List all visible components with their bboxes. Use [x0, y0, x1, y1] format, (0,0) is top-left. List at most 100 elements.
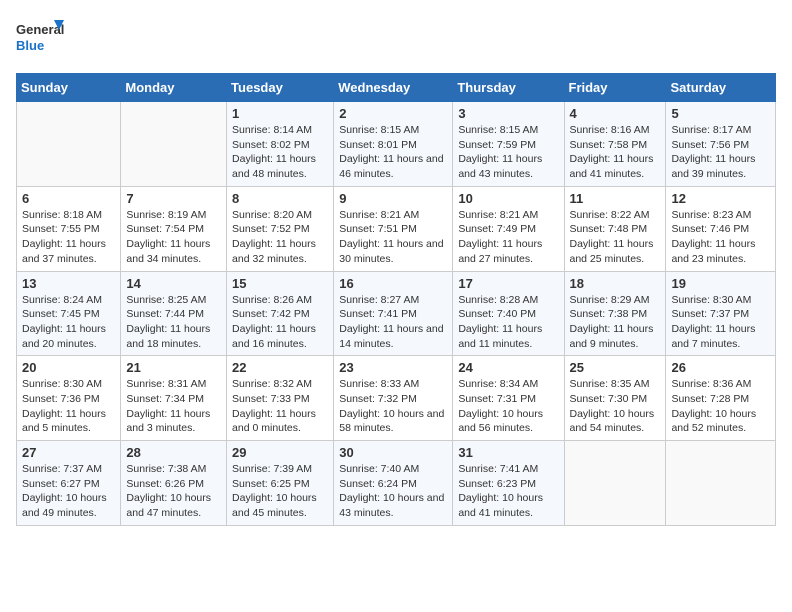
- cell-week5-day0: 27 Sunrise: 7:37 AMSunset: 6:27 PMDayligh…: [17, 441, 121, 526]
- cell-week3-day3: 16 Sunrise: 8:27 AMSunset: 7:41 PMDayligh…: [334, 271, 453, 356]
- day-info: Sunrise: 8:29 AMSunset: 7:38 PMDaylight:…: [570, 293, 661, 352]
- day-info: Sunrise: 8:34 AMSunset: 7:31 PMDaylight:…: [458, 377, 558, 436]
- day-info: Sunrise: 8:27 AMSunset: 7:41 PMDaylight:…: [339, 293, 447, 352]
- day-number: 26: [671, 360, 770, 375]
- cell-week4-day2: 22Sunrise: 8:32 AMSunset: 7:33 PMDayligh…: [227, 356, 334, 441]
- day-info: Sunrise: 8:23 AMSunset: 7:46 PMDaylight:…: [671, 208, 770, 267]
- day-info: Sunrise: 8:16 AMSunset: 7:58 PMDaylight:…: [570, 123, 661, 182]
- day-info: Sunrise: 8:24 AMSunset: 7:45 PMDaylight:…: [22, 293, 115, 352]
- day-info: Sunrise: 8:30 AMSunset: 7:37 PMDaylight:…: [671, 293, 770, 352]
- logo-svg: General Blue: [16, 16, 66, 61]
- header-sunday: Sunday: [17, 74, 121, 102]
- day-number: 17: [458, 276, 558, 291]
- day-number: 15: [232, 276, 328, 291]
- cell-week2-day0: 6 Sunrise: 8:18 AMSunset: 7:55 PMDaylight…: [17, 186, 121, 271]
- cell-week4-day6: 26 Sunrise: 8:36 AMSunset: 7:28 PMDayligh…: [666, 356, 776, 441]
- day-info: Sunrise: 8:20 AMSunset: 7:52 PMDaylight:…: [232, 208, 328, 267]
- day-number: 6: [22, 191, 115, 206]
- day-number: 24: [458, 360, 558, 375]
- cell-week4-day3: 23 Sunrise: 8:33 AMSunset: 7:32 PMDayligh…: [334, 356, 453, 441]
- cell-week5-day3: 30 Sunrise: 7:40 AMSunset: 6:24 PMDayligh…: [334, 441, 453, 526]
- cell-week4-day4: 24 Sunrise: 8:34 AMSunset: 7:31 PMDayligh…: [453, 356, 564, 441]
- cell-week1-day4: 3 Sunrise: 8:15 AMSunset: 7:59 PMDaylight…: [453, 102, 564, 187]
- cell-week1-day1: [121, 102, 227, 187]
- day-number: 18: [570, 276, 661, 291]
- day-info: Sunrise: 8:28 AMSunset: 7:40 PMDaylight:…: [458, 293, 558, 352]
- day-info: Sunrise: 8:14 AMSunset: 8:02 PMDaylight:…: [232, 123, 328, 182]
- day-info: Sunrise: 8:15 AMSunset: 7:59 PMDaylight:…: [458, 123, 558, 182]
- cell-week5-day2: 29 Sunrise: 7:39 AMSunset: 6:25 PMDayligh…: [227, 441, 334, 526]
- cell-week1-day5: 4 Sunrise: 8:16 AMSunset: 7:58 PMDaylight…: [564, 102, 666, 187]
- day-number: 5: [671, 106, 770, 121]
- day-number: 29: [232, 445, 328, 460]
- day-number: 8: [232, 191, 328, 206]
- day-number: 3: [458, 106, 558, 121]
- day-info: Sunrise: 8:17 AMSunset: 7:56 PMDaylight:…: [671, 123, 770, 182]
- cell-week1-day0: [17, 102, 121, 187]
- day-info: Sunrise: 8:31 AMSunset: 7:34 PMDaylight:…: [126, 377, 221, 436]
- cell-week5-day6: [666, 441, 776, 526]
- day-number: 22: [232, 360, 328, 375]
- header-saturday: Saturday: [666, 74, 776, 102]
- header-thursday: Thursday: [453, 74, 564, 102]
- day-info: Sunrise: 8:30 AMSunset: 7:36 PMDaylight:…: [22, 377, 115, 436]
- cell-week1-day3: 2 Sunrise: 8:15 AMSunset: 8:01 PMDaylight…: [334, 102, 453, 187]
- day-info: Sunrise: 8:35 AMSunset: 7:30 PMDaylight:…: [570, 377, 661, 436]
- cell-week5-day5: [564, 441, 666, 526]
- day-number: 10: [458, 191, 558, 206]
- day-info: Sunrise: 8:33 AMSunset: 7:32 PMDaylight:…: [339, 377, 447, 436]
- cell-week1-day6: 5 Sunrise: 8:17 AMSunset: 7:56 PMDaylight…: [666, 102, 776, 187]
- day-number: 1: [232, 106, 328, 121]
- page-header: General Blue: [16, 16, 776, 61]
- header-friday: Friday: [564, 74, 666, 102]
- day-number: 4: [570, 106, 661, 121]
- day-number: 25: [570, 360, 661, 375]
- day-number: 13: [22, 276, 115, 291]
- day-number: 21: [126, 360, 221, 375]
- day-number: 19: [671, 276, 770, 291]
- day-number: 9: [339, 191, 447, 206]
- day-info: Sunrise: 8:15 AMSunset: 8:01 PMDaylight:…: [339, 123, 447, 182]
- cell-week3-day6: 19 Sunrise: 8:30 AMSunset: 7:37 PMDayligh…: [666, 271, 776, 356]
- header-monday: Monday: [121, 74, 227, 102]
- cell-week2-day4: 10 Sunrise: 8:21 AMSunset: 7:49 PMDayligh…: [453, 186, 564, 271]
- day-number: 28: [126, 445, 221, 460]
- calendar-table: SundayMondayTuesdayWednesdayThursdayFrid…: [16, 73, 776, 526]
- day-info: Sunrise: 8:36 AMSunset: 7:28 PMDaylight:…: [671, 377, 770, 436]
- header-wednesday: Wednesday: [334, 74, 453, 102]
- day-info: Sunrise: 7:38 AMSunset: 6:26 PMDaylight:…: [126, 462, 221, 521]
- day-number: 7: [126, 191, 221, 206]
- day-number: 27: [22, 445, 115, 460]
- day-number: 30: [339, 445, 447, 460]
- day-info: Sunrise: 8:22 AMSunset: 7:48 PMDaylight:…: [570, 208, 661, 267]
- svg-text:Blue: Blue: [16, 38, 44, 53]
- day-number: 2: [339, 106, 447, 121]
- cell-week5-day1: 28 Sunrise: 7:38 AMSunset: 6:26 PMDayligh…: [121, 441, 227, 526]
- logo: General Blue: [16, 16, 66, 61]
- day-info: Sunrise: 8:21 AMSunset: 7:51 PMDaylight:…: [339, 208, 447, 267]
- cell-week2-day3: 9 Sunrise: 8:21 AMSunset: 7:51 PMDaylight…: [334, 186, 453, 271]
- day-info: Sunrise: 8:25 AMSunset: 7:44 PMDaylight:…: [126, 293, 221, 352]
- day-info: Sunrise: 7:37 AMSunset: 6:27 PMDaylight:…: [22, 462, 115, 521]
- day-info: Sunrise: 8:26 AMSunset: 7:42 PMDaylight:…: [232, 293, 328, 352]
- day-info: Sunrise: 8:18 AMSunset: 7:55 PMDaylight:…: [22, 208, 115, 267]
- day-number: 23: [339, 360, 447, 375]
- day-info: Sunrise: 7:41 AMSunset: 6:23 PMDaylight:…: [458, 462, 558, 521]
- day-number: 16: [339, 276, 447, 291]
- cell-week2-day1: 7 Sunrise: 8:19 AMSunset: 7:54 PMDaylight…: [121, 186, 227, 271]
- day-info: Sunrise: 8:19 AMSunset: 7:54 PMDaylight:…: [126, 208, 221, 267]
- cell-week3-day5: 18 Sunrise: 8:29 AMSunset: 7:38 PMDayligh…: [564, 271, 666, 356]
- cell-week4-day0: 20Sunrise: 8:30 AMSunset: 7:36 PMDayligh…: [17, 356, 121, 441]
- cell-week3-day2: 15 Sunrise: 8:26 AMSunset: 7:42 PMDayligh…: [227, 271, 334, 356]
- cell-week2-day5: 11 Sunrise: 8:22 AMSunset: 7:48 PMDayligh…: [564, 186, 666, 271]
- day-number: 11: [570, 191, 661, 206]
- day-info: Sunrise: 8:21 AMSunset: 7:49 PMDaylight:…: [458, 208, 558, 267]
- day-info: Sunrise: 7:39 AMSunset: 6:25 PMDaylight:…: [232, 462, 328, 521]
- cell-week2-day6: 12Sunrise: 8:23 AMSunset: 7:46 PMDayligh…: [666, 186, 776, 271]
- day-number: 31: [458, 445, 558, 460]
- cell-week4-day1: 21 Sunrise: 8:31 AMSunset: 7:34 PMDayligh…: [121, 356, 227, 441]
- cell-week1-day2: 1 Sunrise: 8:14 AMSunset: 8:02 PMDaylight…: [227, 102, 334, 187]
- cell-week5-day4: 31 Sunrise: 7:41 AMSunset: 6:23 PMDayligh…: [453, 441, 564, 526]
- day-info: Sunrise: 7:40 AMSunset: 6:24 PMDaylight:…: [339, 462, 447, 521]
- cell-week3-day4: 17 Sunrise: 8:28 AMSunset: 7:40 PMDayligh…: [453, 271, 564, 356]
